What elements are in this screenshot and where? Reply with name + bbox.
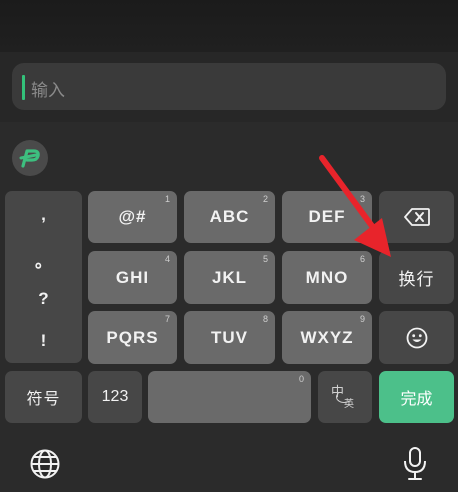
key-number: 3 xyxy=(359,194,365,204)
key-number: 6 xyxy=(359,254,365,264)
key-number: 1 xyxy=(164,194,170,204)
backspace-icon xyxy=(403,208,430,226)
key-3[interactable]: DEF 3 xyxy=(282,191,372,243)
numeric-key-label: 123 xyxy=(101,388,129,405)
key-6[interactable]: MNO 6 xyxy=(282,251,372,304)
lang-secondary-label: 英 xyxy=(344,399,355,410)
key-number: 7 xyxy=(164,314,170,324)
symbols-key[interactable]: 符号 xyxy=(5,371,82,423)
key-label: PQRS xyxy=(106,327,159,347)
text-input[interactable] xyxy=(12,63,446,110)
punctuation-column[interactable]: , 。 ? ! xyxy=(5,191,82,363)
key-8[interactable]: TUV 8 xyxy=(184,311,275,364)
key-number: 4 xyxy=(164,254,170,264)
key-number: 0 xyxy=(298,374,304,384)
language-toggle-key[interactable]: 中 英 xyxy=(318,371,372,423)
numeric-key[interactable]: 123 xyxy=(88,371,142,423)
key-number: 5 xyxy=(262,254,268,264)
text-cursor xyxy=(22,75,25,100)
key-label: WXYZ xyxy=(300,327,354,347)
microphone-icon xyxy=(404,447,426,480)
smiley-emoji-icon xyxy=(406,327,427,348)
punct-exclaim-key[interactable]: ! xyxy=(5,331,82,351)
app-background xyxy=(0,0,458,52)
globe-icon xyxy=(30,449,60,479)
key-label: MNO xyxy=(305,267,349,287)
key-4[interactable]: GHI 4 xyxy=(88,251,177,304)
backspace-key[interactable] xyxy=(379,191,454,243)
key-2[interactable]: ABC 2 xyxy=(184,191,275,243)
pinyin-logo-icon xyxy=(19,149,40,168)
key-7[interactable]: PQRS 7 xyxy=(88,311,177,364)
input-placeholder: 输入 xyxy=(31,81,65,100)
key-number: 2 xyxy=(262,194,268,204)
key-9[interactable]: WXYZ 9 xyxy=(282,311,372,364)
punct-question-key[interactable]: ? xyxy=(5,289,82,309)
newline-key[interactable]: 换行 xyxy=(379,251,454,304)
key-label: JKL xyxy=(211,267,248,287)
key-label: ABC xyxy=(209,207,250,226)
key-label: TUV xyxy=(211,327,248,347)
key-label: GHI xyxy=(115,267,150,287)
symbols-key-label: 符号 xyxy=(26,391,61,408)
globe-button[interactable] xyxy=(29,448,61,485)
emoji-key[interactable] xyxy=(379,311,454,364)
key-1[interactable]: @# 1 xyxy=(88,191,177,243)
punct-period-key[interactable]: 。 xyxy=(5,247,82,272)
pinyin-logo-button[interactable] xyxy=(12,140,48,176)
done-key[interactable]: 完成 xyxy=(379,371,454,423)
key-number: 8 xyxy=(262,314,268,324)
space-key[interactable]: 0 xyxy=(148,371,311,423)
key-label: @# xyxy=(118,207,147,226)
key-number: 9 xyxy=(359,314,365,324)
microphone-button[interactable] xyxy=(402,446,428,487)
newline-key-label: 换行 xyxy=(398,270,435,289)
key-5[interactable]: JKL 5 xyxy=(184,251,275,304)
done-key-label: 完成 xyxy=(400,391,433,408)
key-label: DEF xyxy=(308,207,346,226)
punct-comma-key[interactable]: , xyxy=(5,205,82,225)
